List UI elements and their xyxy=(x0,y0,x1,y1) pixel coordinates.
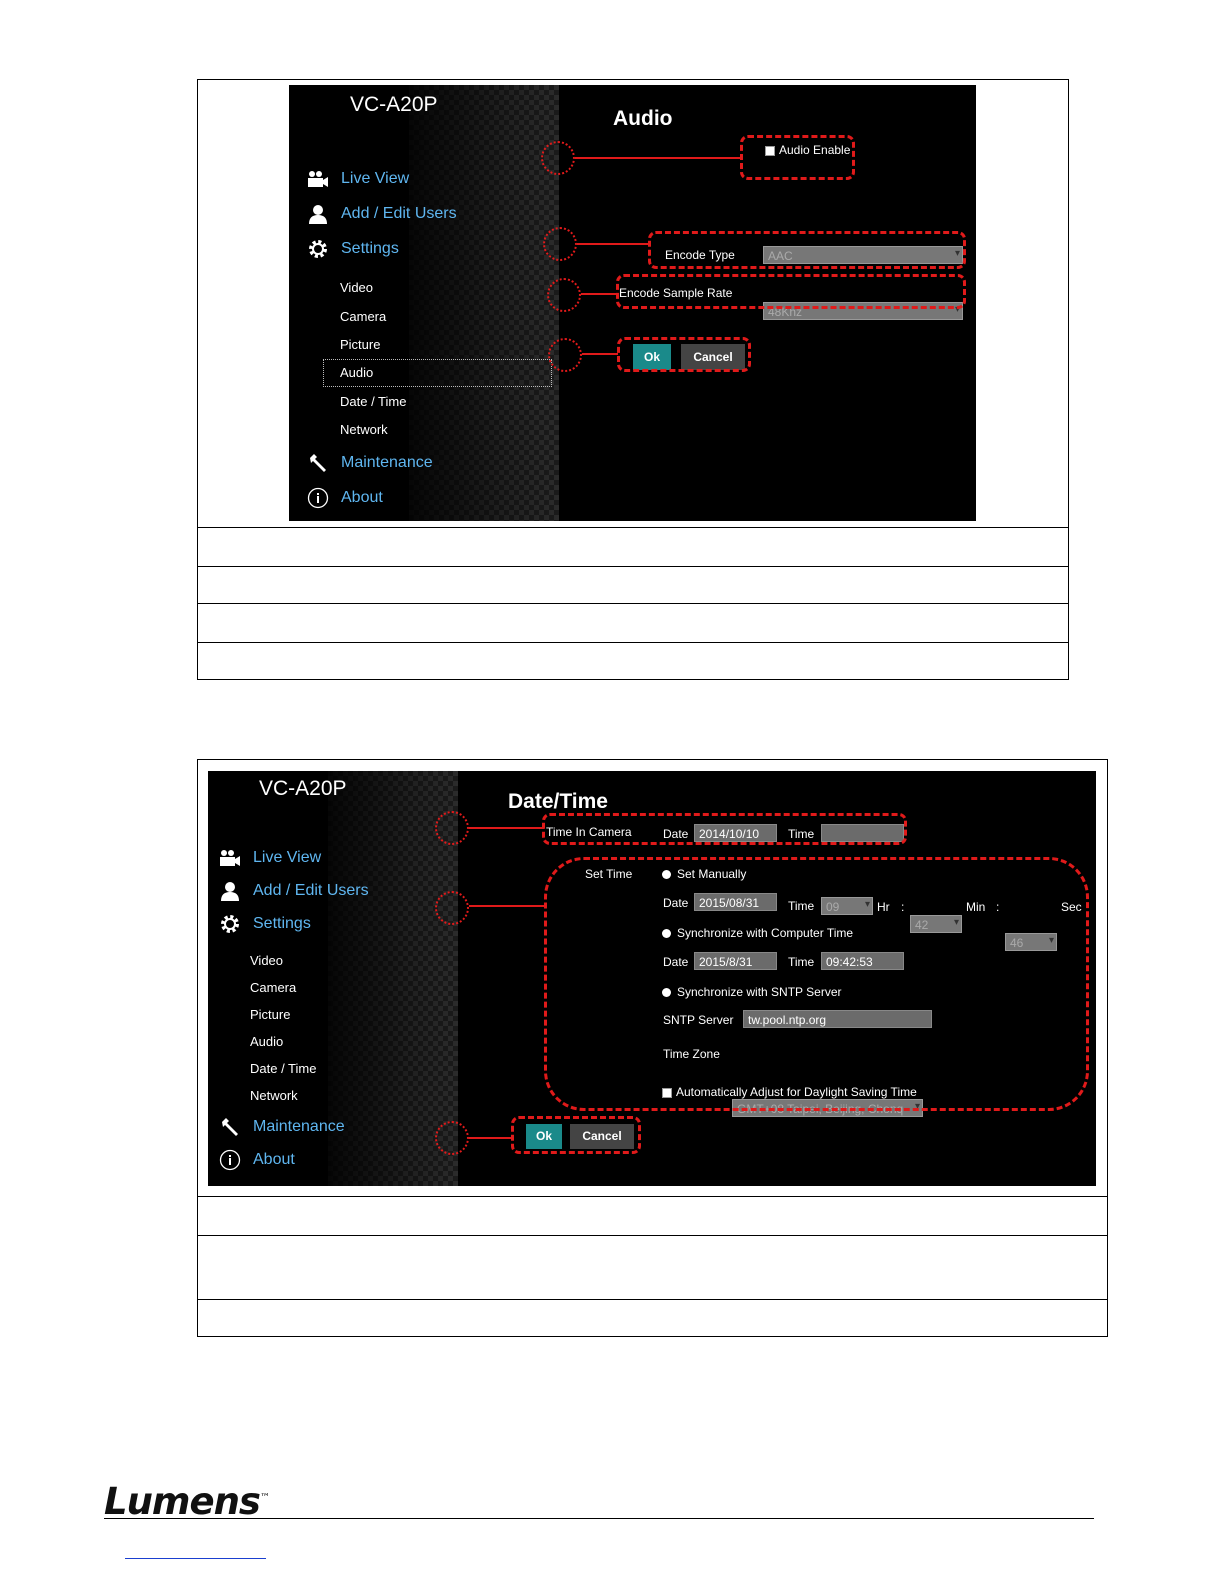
nav-add-edit-users[interactable]: Add / Edit Users xyxy=(219,880,369,902)
nav-label: Add / Edit Users xyxy=(341,205,457,222)
callout-line xyxy=(469,905,545,907)
datetime-screenshot: VC-A20P Live View Add / Edit Users Setti… xyxy=(208,771,1096,1186)
nav-label: Live View xyxy=(253,849,322,866)
callout-line xyxy=(577,243,649,245)
callout-line xyxy=(469,1137,511,1139)
sub-date-time[interactable]: Date / Time xyxy=(250,1061,316,1076)
callout-marker xyxy=(435,891,469,925)
callout-highlight xyxy=(616,274,966,309)
model-name: VC-A20P xyxy=(259,777,347,800)
callout-line xyxy=(581,293,617,295)
callout-line xyxy=(575,157,741,159)
wrench-icon xyxy=(307,452,329,474)
page-title: Date/Time xyxy=(508,790,608,813)
callout-highlight xyxy=(544,857,1089,1111)
nav-maintenance[interactable]: Maintenance xyxy=(219,1116,345,1138)
sub-camera[interactable]: Camera xyxy=(250,980,296,995)
model-name: VC-A20P xyxy=(350,93,438,116)
nav-label: Settings xyxy=(253,915,311,932)
user-icon xyxy=(307,203,329,225)
nav-about[interactable]: About xyxy=(219,1149,295,1171)
gear-icon xyxy=(219,913,241,935)
wrench-icon xyxy=(219,1116,241,1138)
sub-network[interactable]: Network xyxy=(250,1088,298,1103)
table-row-divider xyxy=(198,1235,1107,1236)
video-camera-icon xyxy=(219,847,241,869)
callout-highlight xyxy=(740,135,855,180)
sub-audio[interactable]: Audio xyxy=(323,359,552,387)
table-row-divider xyxy=(198,642,1068,643)
sub-picture[interactable]: Picture xyxy=(250,1007,290,1022)
brand-name: Lumens xyxy=(104,1480,261,1523)
nav-about[interactable]: About xyxy=(307,487,383,509)
table-row-divider xyxy=(198,1196,1107,1197)
trademark: ™ xyxy=(259,1492,270,1504)
table-row-divider xyxy=(198,1299,1107,1300)
nav-live-view[interactable]: Live View xyxy=(307,168,409,190)
video-camera-icon xyxy=(307,168,329,190)
nav-label: Live View xyxy=(341,170,410,187)
callout-marker xyxy=(435,1121,469,1155)
callout-marker xyxy=(541,141,575,175)
callout-line xyxy=(582,353,618,355)
nav-label: Add / Edit Users xyxy=(253,882,369,899)
nav-settings[interactable]: Settings xyxy=(219,913,311,935)
nav-label: About xyxy=(341,489,383,506)
sub-audio[interactable]: Audio xyxy=(250,1034,283,1049)
info-icon xyxy=(219,1149,241,1171)
footer-link-underline xyxy=(125,1558,266,1559)
nav-settings[interactable]: Settings xyxy=(307,238,399,260)
nav-label: About xyxy=(253,1151,295,1168)
nav-label: Settings xyxy=(341,240,399,257)
page-title: Audio xyxy=(613,107,673,130)
sub-network[interactable]: Network xyxy=(340,422,388,437)
nav-label: Maintenance xyxy=(253,1118,345,1135)
footer-rule xyxy=(104,1518,1094,1519)
lumens-logo: Lumens™ xyxy=(104,1480,270,1523)
callout-highlight xyxy=(617,337,751,372)
nav-live-view[interactable]: Live View xyxy=(219,847,321,869)
callout-highlight xyxy=(542,813,907,845)
table-row-divider xyxy=(198,566,1068,567)
sub-video[interactable]: Video xyxy=(250,953,283,968)
callout-marker xyxy=(548,338,582,372)
callout-highlight xyxy=(511,1116,641,1154)
nav-maintenance[interactable]: Maintenance xyxy=(307,452,433,474)
nav-add-edit-users[interactable]: Add / Edit Users xyxy=(307,203,457,225)
table-row-divider xyxy=(198,527,1068,528)
callout-marker xyxy=(435,811,469,845)
sub-picture[interactable]: Picture xyxy=(340,337,380,352)
callout-highlight xyxy=(648,231,966,269)
audio-screenshot: VC-A20P Live View Add / Edit Users Setti… xyxy=(289,85,976,521)
sub-video[interactable]: Video xyxy=(340,280,373,295)
sub-camera[interactable]: Camera xyxy=(340,309,386,324)
callout-line xyxy=(469,827,544,829)
sub-date-time[interactable]: Date / Time xyxy=(340,394,406,409)
callout-marker xyxy=(547,278,581,312)
user-icon xyxy=(219,880,241,902)
info-icon xyxy=(307,487,329,509)
callout-marker xyxy=(543,227,577,261)
nav-label: Maintenance xyxy=(341,454,433,471)
gear-icon xyxy=(307,238,329,260)
table-row-divider xyxy=(198,603,1068,604)
